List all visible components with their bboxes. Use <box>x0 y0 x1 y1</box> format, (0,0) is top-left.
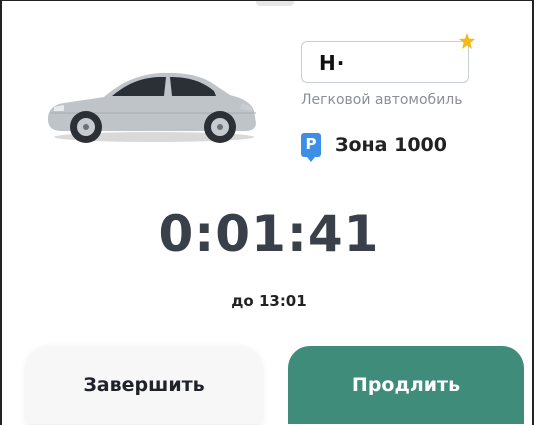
sheet-drag-handle[interactable] <box>256 1 294 6</box>
car-image <box>48 72 256 143</box>
parking-session-card: Н· Легковой автомобиль P Зона 1000 0:01:… <box>0 0 534 425</box>
zone-label: Зона 1000 <box>335 134 447 156</box>
parking-zone-icon: P <box>301 133 321 162</box>
favorite-star-icon <box>459 33 475 49</box>
plate-number: Н· <box>319 51 346 75</box>
vehicle-type-label: Легковой автомобиль <box>301 92 463 108</box>
plate-number-field[interactable]: Н· <box>301 41 469 83</box>
session-timer: 0:01:41 <box>158 205 380 263</box>
finish-button[interactable]: Завершить <box>26 346 262 424</box>
session-end-time: до 13:01 <box>231 292 307 310</box>
parking-zone: P Зона 1000 <box>301 132 447 162</box>
extend-button[interactable]: Продлить <box>288 346 524 424</box>
